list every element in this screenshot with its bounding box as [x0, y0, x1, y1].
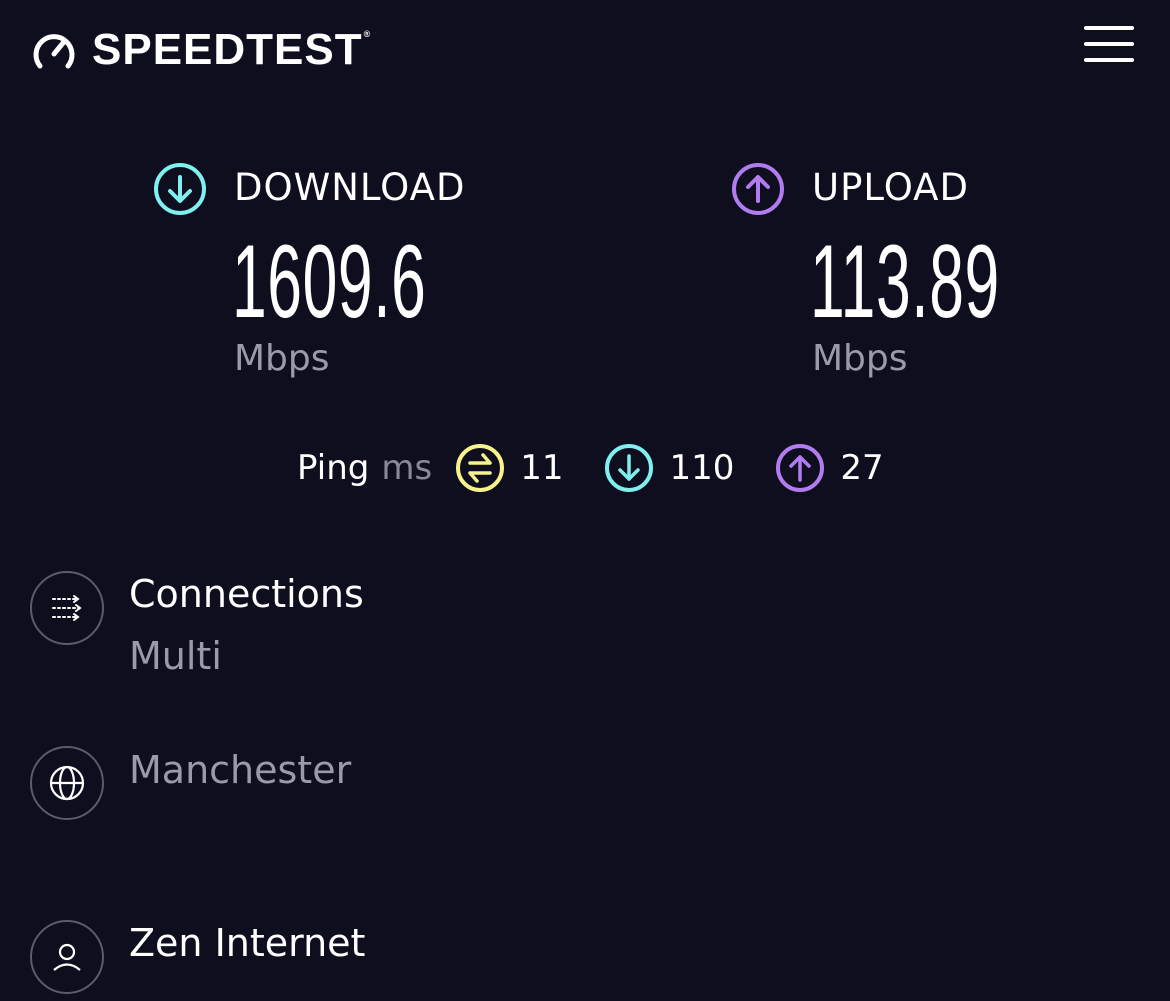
connections-icon	[30, 571, 104, 645]
connections-value: Multi	[129, 634, 222, 678]
ping-idle: 11	[454, 442, 563, 494]
upload-speed-value: 113.89	[810, 224, 1000, 340]
provider-name: Zen Internet	[129, 921, 366, 965]
ping-label: Ping	[297, 448, 370, 488]
hamburger-menu-icon[interactable]	[1084, 24, 1134, 62]
ping-upload-value: 27	[840, 448, 884, 488]
ping-download: 110	[603, 442, 734, 494]
connections-title: Connections	[129, 572, 364, 616]
speedtest-logo[interactable]: SPEEDTEST®	[30, 26, 371, 74]
download-label: DOWNLOAD	[234, 166, 466, 209]
upload-label: UPLOAD	[812, 166, 969, 209]
download-speed-value: 1609.6	[232, 224, 427, 340]
speedometer-icon	[33, 34, 75, 69]
ping-row: Ping ms 11 110 27	[297, 444, 884, 492]
arrow-up-circle-icon	[776, 444, 825, 492]
ping-unit: ms	[381, 448, 433, 488]
ping-upload: 27	[774, 442, 884, 494]
globe-icon	[30, 746, 104, 820]
ping-idle-value: 11	[520, 448, 564, 488]
ping-download-value: 110	[669, 448, 735, 488]
brand-name: SPEEDTEST®	[92, 25, 372, 74]
download-unit: Mbps	[234, 338, 330, 379]
swap-arrows-circle-icon	[456, 444, 505, 492]
user-icon	[30, 920, 104, 994]
arrow-down-circle-icon	[154, 163, 206, 215]
arrow-down-circle-icon	[605, 444, 654, 492]
arrow-up-circle-icon	[732, 163, 784, 215]
upload-unit: Mbps	[812, 338, 908, 379]
server-location: Manchester	[129, 748, 352, 792]
